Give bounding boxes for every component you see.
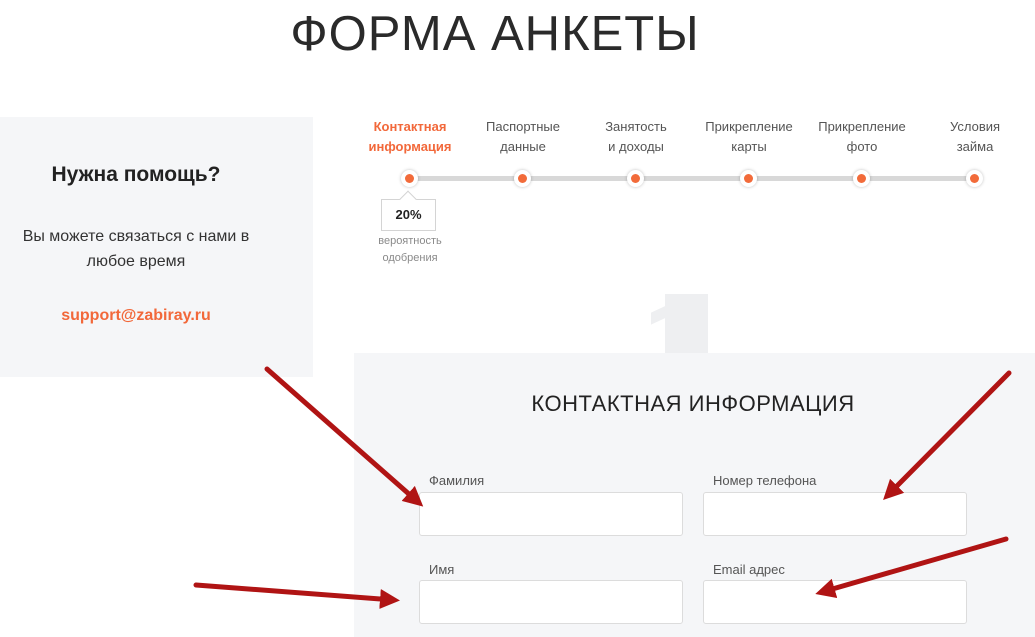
phone-input[interactable] (703, 492, 967, 536)
phone-label: Номер телефона (713, 473, 817, 488)
step-attach-card[interactable]: Прикрепление карты (689, 117, 809, 157)
email-label: Email адрес (713, 562, 785, 577)
step-number-graphic (665, 294, 708, 354)
progress-track (408, 176, 976, 181)
help-title: Нужна помощь? (51, 163, 221, 186)
step-passport-data[interactable]: Паспортные данные (463, 117, 583, 157)
step-dot (740, 170, 757, 187)
first-name-input[interactable] (419, 580, 683, 624)
approval-probability-caption: вероятность одобрения (378, 235, 442, 264)
help-text: Вы можете связаться с нами в любое время (22, 228, 250, 270)
form-title: КОНТАКТНАЯ ИНФОРМАЦИЯ (531, 391, 855, 416)
step-employment-income[interactable]: Занятость и доходы (576, 117, 696, 157)
step-dot (514, 170, 531, 187)
step-contact-info[interactable]: Контактная информация (350, 117, 470, 157)
step-dot (853, 170, 870, 187)
help-card: Нужна помощь? Вы можете связаться с нами… (0, 117, 313, 377)
email-input[interactable] (703, 580, 967, 624)
page-title: ФОРМА АНКЕТЫ (290, 7, 700, 61)
step-dot (401, 170, 418, 187)
last-name-label: Фамилия (429, 473, 485, 488)
step-dot (627, 170, 644, 187)
contact-form-card: КОНТАКТНАЯ ИНФОРМАЦИЯ Фамилия Номер теле… (354, 353, 1035, 637)
last-name-input[interactable] (419, 492, 683, 536)
step-dot (966, 170, 983, 187)
step-attach-photo[interactable]: Прикрепление фото (802, 117, 922, 157)
first-name-label: Имя (429, 562, 455, 577)
progress-stepper: Контактная информация Паспортные данные … (350, 117, 1035, 277)
step-loan-terms[interactable]: Условия займа (915, 117, 1035, 157)
approval-probability-badge: 20% (381, 199, 436, 231)
support-email-link[interactable]: support@zabiray.ru (0, 307, 272, 325)
